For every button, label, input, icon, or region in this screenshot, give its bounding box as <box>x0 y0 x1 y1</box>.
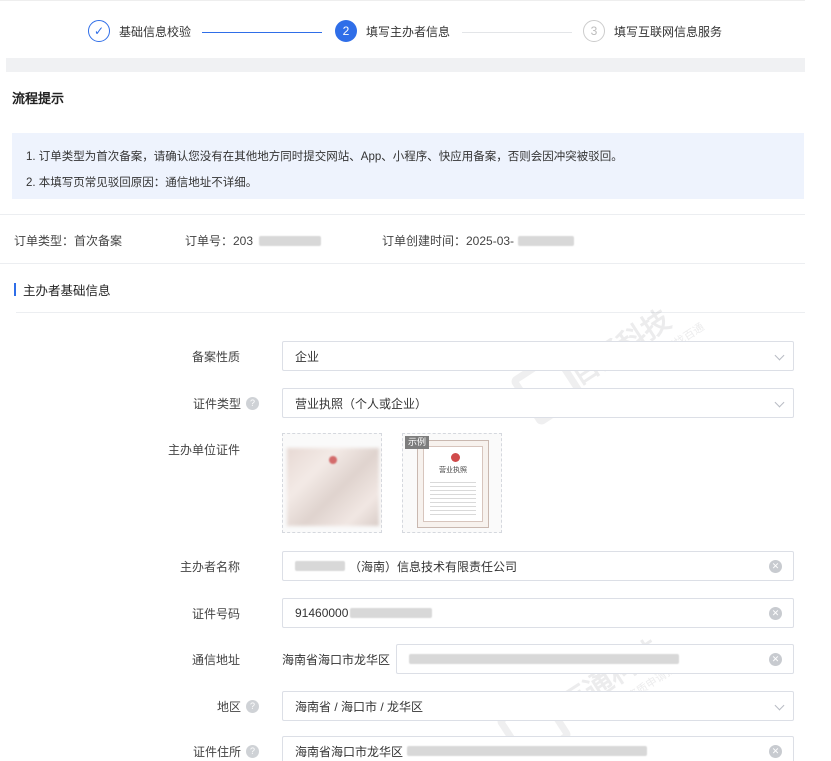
sponsor-name-label: 主办者名称 <box>10 558 240 575</box>
clear-icon[interactable]: ✕ <box>769 607 782 620</box>
clear-icon[interactable]: ✕ <box>769 653 782 666</box>
steps-bar: ✓ 基础信息校验 2 填写主办者信息 3 填写互联网信息服务 <box>0 0 805 62</box>
cert-type-select[interactable]: 营业执照（个人或企业） <box>282 388 794 418</box>
filing-nature-label-text: 备案性质 <box>191 350 240 364</box>
cert-number-label: 证件号码 <box>10 605 240 622</box>
sponsor-name-input[interactable]: （海南）信息技术有限责任公司 ✕ <box>282 551 794 581</box>
step-3[interactable]: 3 填写互联网信息服务 <box>583 20 722 42</box>
cert-number-label-text: 证件号码 <box>191 607 240 621</box>
step-3-label: 填写互联网信息服务 <box>614 24 723 39</box>
region-value: 海南省 / 海口市 / 龙华区 <box>295 699 424 714</box>
process-tip-notice: 1. 订单类型为首次备案，请确认您没有在其他地方同时提交网站、App、小程序、快… <box>12 133 804 199</box>
step-1[interactable]: ✓ 基础信息校验 <box>88 20 191 42</box>
redacted-cert-residence <box>407 746 648 756</box>
unit-cert-label-text: 主办单位证件 <box>167 443 240 457</box>
clear-icon[interactable]: ✕ <box>769 560 782 573</box>
sample-tag: 示例 <box>405 436 430 449</box>
step-connector-1 <box>202 32 322 33</box>
region-select[interactable]: 海南省 / 海口市 / 龙华区 <box>282 691 794 721</box>
cert-number-value: 91460000 <box>295 606 349 620</box>
cert-residence-value: 海南省海口市龙华区 <box>295 744 404 759</box>
address-prefix: 海南省海口市龙华区 <box>282 653 391 667</box>
help-icon[interactable]: ? <box>246 745 259 758</box>
help-icon[interactable]: ? <box>246 700 259 713</box>
step-1-label: 基础信息校验 <box>119 24 192 39</box>
order-created: 订单创建时间：2025-03- <box>382 232 575 249</box>
notice-line-2: 2. 本填写页常见驳回原因：通信地址不详细。 <box>26 177 258 189</box>
address-label-text: 通信地址 <box>191 653 240 667</box>
chevron-down-icon <box>774 397 785 408</box>
section-separator <box>6 58 805 72</box>
sponsor-info-title-text: 主办者基础信息 <box>23 284 111 298</box>
step-connector-2 <box>462 32 572 33</box>
cert-type-value: 营业执照（个人或企业） <box>295 396 428 411</box>
uploaded-license-image[interactable] <box>282 433 382 533</box>
address-input[interactable]: ✕ <box>396 644 794 674</box>
help-icon[interactable]: ? <box>246 397 259 410</box>
step-3-number: 3 <box>583 20 605 42</box>
divider <box>0 263 805 264</box>
filing-nature-value: 企业 <box>295 349 320 364</box>
sponsor-info-title: 主办者基础信息 <box>14 280 111 299</box>
emblem-icon <box>451 453 460 462</box>
cert-type-label: 证件类型 ? <box>29 395 259 412</box>
sample-license-image[interactable]: 营业执照 示例 <box>402 433 502 533</box>
license-photo-detail <box>329 456 337 464</box>
step-2-number: 2 <box>335 20 357 42</box>
redacted-company-name <box>295 561 345 571</box>
order-number-text: 订单号：203 <box>185 234 254 248</box>
clear-icon[interactable]: ✕ <box>769 745 782 758</box>
order-number: 订单号：203 <box>185 232 322 249</box>
sponsor-name-label-text: 主办者名称 <box>179 560 240 574</box>
process-tip-title: 流程提示 <box>12 91 65 106</box>
divider <box>0 214 805 215</box>
redacted-cert-number <box>350 608 433 618</box>
chevron-down-icon <box>774 700 785 711</box>
sample-document-title: 营业执照 <box>439 467 467 474</box>
section-accent-bar <box>14 283 16 296</box>
redacted-order-date <box>518 235 575 246</box>
redacted-order-number <box>259 235 322 246</box>
cert-residence-label: 证件住所 ? <box>29 743 259 760</box>
filing-nature-select[interactable]: 企业 <box>282 341 794 371</box>
sample-document: 营业执照 <box>417 440 489 528</box>
sample-document-frame: 营业执照 <box>423 446 483 522</box>
step-2-label: 填写主办者信息 <box>366 24 451 39</box>
cert-residence-input[interactable]: 海南省海口市龙华区 ✕ <box>282 736 794 761</box>
cert-number-input[interactable]: 91460000 ✕ <box>282 598 794 628</box>
chevron-down-icon <box>774 350 785 361</box>
region-label: 地区 ? <box>29 698 259 715</box>
filing-nature-label: 备案性质 <box>10 348 240 365</box>
unit-cert-label: 主办单位证件 <box>10 441 240 458</box>
cert-type-label-text: 证件类型 <box>192 397 241 411</box>
divider <box>16 312 805 313</box>
redacted-address <box>409 654 679 664</box>
order-created-text: 订单创建时间：2025-03- <box>382 234 515 248</box>
order-type: 订单类型：首次备案 <box>14 234 123 248</box>
sponsor-name-value: （海南）信息技术有限责任公司 <box>349 559 518 574</box>
step-2[interactable]: 2 填写主办者信息 <box>335 20 450 42</box>
sample-document-lines <box>430 479 476 515</box>
check-icon: ✓ <box>88 20 110 42</box>
cert-residence-label-text: 证件住所 <box>192 745 241 759</box>
notice-line-1: 1. 订单类型为首次备案，请确认您没有在其他地方同时提交网站、App、小程序、快… <box>26 151 623 163</box>
page: ✓ 基础信息校验 2 填写主办者信息 3 填写互联网信息服务 流程提示 1. 订… <box>0 0 831 761</box>
region-label-text: 地区 <box>216 700 241 714</box>
address-label: 通信地址 <box>10 651 240 668</box>
